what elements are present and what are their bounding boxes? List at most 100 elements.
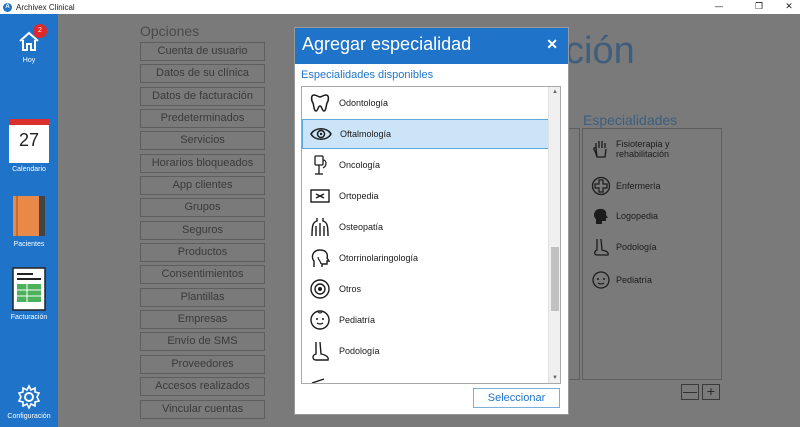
list-item-podologia[interactable]: Podología bbox=[302, 336, 549, 366]
close-icon[interactable]: ✕ bbox=[546, 36, 558, 53]
sidebar-item-pacientes[interactable]: Pacientes bbox=[0, 194, 58, 248]
maximize-button[interactable]: ❐ bbox=[746, 0, 772, 14]
option-button[interactable]: Horarios bloqueados bbox=[140, 153, 265, 173]
add-specialty-dialog: Agregar especialidad ✕ Especialidades di… bbox=[294, 27, 569, 415]
scroll-down-icon[interactable]: ▼ bbox=[549, 373, 560, 383]
baby-icon bbox=[592, 271, 610, 289]
list-item-osteopatia[interactable]: Osteopatía bbox=[302, 212, 549, 242]
option-button[interactable]: Accesos realizados bbox=[140, 377, 265, 397]
option-button[interactable]: Productos bbox=[140, 243, 265, 263]
sidebar-item-configuracion[interactable]: Configuración bbox=[0, 384, 58, 420]
option-button[interactable]: Predeterminados bbox=[140, 109, 265, 129]
patients-folder-icon bbox=[13, 196, 45, 236]
option-button[interactable]: Seguros bbox=[140, 220, 265, 240]
scroll-up-icon[interactable]: ▲ bbox=[549, 87, 560, 97]
app-logo-icon: A bbox=[3, 2, 12, 12]
gear-icon bbox=[17, 384, 41, 410]
list-item-label: Osteopatía bbox=[339, 222, 384, 232]
specialty-label: Fisioterapia y bbox=[616, 139, 670, 149]
calendar-day: 27 bbox=[18, 130, 40, 150]
title-bar: A Archivex Clinical — ❐ ✕ bbox=[0, 0, 800, 14]
specialties-panel: Fisioterapia y rehabilitación Enfermería … bbox=[582, 128, 722, 380]
partial-icon bbox=[311, 378, 325, 383]
option-button[interactable]: Datos de facturación bbox=[140, 86, 265, 106]
specialties-list[interactable]: Odontología Oftalmología Oncología Ortop… bbox=[301, 86, 561, 384]
baby-icon bbox=[310, 310, 330, 330]
list-item-label: Otorrinolaringología bbox=[339, 253, 419, 263]
xray-icon bbox=[310, 189, 330, 203]
list-item-odontologia[interactable]: Odontología bbox=[302, 88, 549, 118]
specialty-label: Enfermería bbox=[616, 181, 661, 191]
list-item-label: Otros bbox=[339, 284, 362, 294]
sidebar-item-label: Calendario bbox=[12, 166, 46, 173]
sidebar-item-label: Pacientes bbox=[13, 241, 45, 248]
specialty-label: Podología bbox=[616, 242, 657, 252]
option-button[interactable]: Servicios bbox=[140, 131, 265, 151]
notification-badge: 2 bbox=[33, 24, 47, 38]
head-speech-icon bbox=[594, 208, 608, 224]
sidebar-item-label: Facturación bbox=[10, 314, 48, 321]
remove-specialty-button[interactable]: — bbox=[681, 384, 699, 400]
minimize-button[interactable]: — bbox=[706, 0, 732, 14]
sidebar-item-hoy[interactable]: 2 Hoy bbox=[0, 24, 58, 64]
option-button[interactable]: Envío de SMS bbox=[140, 332, 265, 352]
specialties-title: Especialidades bbox=[583, 112, 678, 128]
list-item-label: Pediatría bbox=[339, 315, 376, 325]
window-title: Archivex Clinical bbox=[16, 2, 75, 12]
sidebar-item-label: Hoy bbox=[22, 57, 36, 64]
eye-icon bbox=[310, 128, 332, 140]
sidebar-item-label: Configuración bbox=[7, 413, 51, 420]
specialty-item-pediatria[interactable]: Pediatría bbox=[591, 270, 652, 290]
list-item-otorrinolaringologia[interactable]: Otorrinolaringología bbox=[302, 243, 549, 273]
option-button[interactable]: Plantillas bbox=[140, 287, 265, 307]
iv-drip-icon bbox=[314, 155, 327, 175]
medical-cross-icon bbox=[591, 176, 611, 196]
specialty-item-fisioterapia[interactable]: Fisioterapia y rehabilitación bbox=[591, 139, 670, 159]
foot-icon bbox=[312, 341, 329, 361]
available-specialties-label: Especialidades disponibles bbox=[301, 69, 434, 81]
option-button[interactable]: Empresas bbox=[140, 310, 265, 330]
gear-circle-icon bbox=[310, 279, 330, 299]
list-scrollbar[interactable]: ▲ ▼ bbox=[548, 87, 560, 383]
specialty-label: Pediatría bbox=[616, 275, 653, 285]
option-button[interactable]: Consentimientos bbox=[140, 265, 265, 285]
dialog-header: Agregar especialidad ✕ bbox=[295, 28, 568, 64]
scrollbar-thumb[interactable] bbox=[551, 247, 559, 311]
tooth-icon bbox=[310, 94, 330, 112]
specialty-label-line2: rehabilitación bbox=[616, 149, 670, 159]
sidebar: 2 Hoy 27 Calendario Pacientes Facturació… bbox=[0, 14, 58, 427]
list-item-ortopedia[interactable]: Ortopedia bbox=[302, 181, 549, 211]
hand-icon bbox=[593, 141, 607, 158]
option-button[interactable]: Datos de su clínica bbox=[140, 64, 265, 84]
options-list: Cuenta de usuario Datos de su clínica Da… bbox=[140, 42, 265, 422]
list-item-partial bbox=[302, 367, 549, 383]
sidebar-item-facturacion[interactable]: Facturación bbox=[0, 267, 58, 321]
specialty-item-logopedia[interactable]: Logopedia bbox=[591, 206, 658, 226]
close-window-button[interactable]: ✕ bbox=[776, 0, 800, 14]
invoice-icon bbox=[12, 267, 46, 311]
add-specialty-button[interactable]: + bbox=[702, 384, 720, 400]
specialty-label: Logopedia bbox=[616, 211, 659, 221]
option-button[interactable]: App clientes bbox=[140, 176, 265, 196]
list-item-label: Ortopedia bbox=[339, 191, 379, 201]
list-item-oftalmologia[interactable]: Oftalmología bbox=[302, 119, 549, 149]
list-item-label: Oncología bbox=[339, 160, 381, 170]
ent-head-icon bbox=[311, 249, 331, 267]
dialog-title: Agregar especialidad bbox=[302, 34, 472, 54]
option-button[interactable]: Cuenta de usuario bbox=[140, 42, 265, 61]
option-button[interactable]: Proveedores bbox=[140, 354, 265, 374]
list-item-oncologia[interactable]: Oncología bbox=[302, 150, 549, 180]
list-item-pediatria[interactable]: Pediatría bbox=[302, 305, 549, 335]
specialty-item-podologia[interactable]: Podología bbox=[591, 237, 657, 257]
list-item-label: Odontología bbox=[339, 98, 389, 108]
calendar-icon: 27 bbox=[9, 119, 49, 163]
torso-icon bbox=[311, 218, 329, 237]
select-button[interactable]: Seleccionar bbox=[473, 388, 560, 408]
list-item-label: Oftalmología bbox=[340, 129, 392, 139]
list-item-otros[interactable]: Otros bbox=[302, 274, 549, 304]
option-button[interactable]: Grupos bbox=[140, 198, 265, 218]
specialty-item-enfermeria[interactable]: Enfermería bbox=[591, 176, 661, 196]
options-title: Opciones bbox=[140, 23, 200, 39]
sidebar-item-calendario[interactable]: 27 Calendario bbox=[0, 119, 58, 173]
option-button[interactable]: Vincular cuentas bbox=[140, 399, 265, 419]
